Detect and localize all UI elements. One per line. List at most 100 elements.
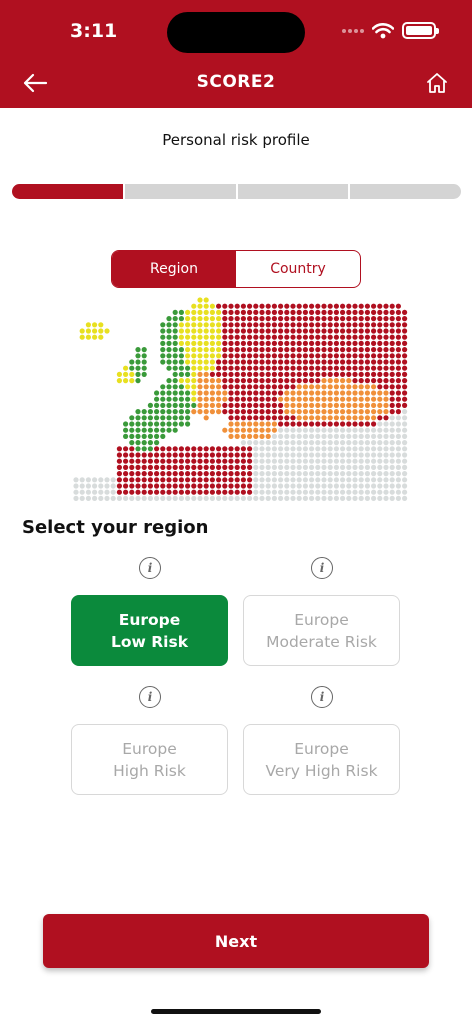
map-dot: [135, 440, 141, 446]
map-dot: [154, 415, 160, 421]
map-dot: [377, 458, 383, 464]
map-dot: [302, 464, 308, 470]
map-dot: [346, 371, 352, 377]
home-button[interactable]: [420, 66, 454, 100]
map-dot: [377, 316, 383, 322]
map-dot: [402, 309, 408, 315]
map-dot: [377, 427, 383, 433]
map-dot: [278, 353, 284, 359]
map-dot: [234, 409, 240, 415]
map-dot: [185, 415, 191, 421]
map-dot: [185, 421, 191, 427]
map-dot: [364, 440, 370, 446]
map-dot: [191, 495, 197, 501]
map-dot: [228, 340, 234, 346]
map-dot: [265, 347, 271, 353]
map-dot: [247, 440, 253, 446]
map-dot: [116, 464, 122, 470]
map-dot: [222, 409, 228, 415]
map-dot: [135, 452, 141, 458]
map-dot: [333, 446, 339, 452]
map-dot: [389, 440, 395, 446]
map-dot: [402, 415, 408, 421]
map-dot: [116, 371, 122, 377]
map-dot: [402, 495, 408, 501]
info-icon-low-risk[interactable]: i: [139, 557, 161, 579]
map-dot: [389, 340, 395, 346]
map-dot: [389, 303, 395, 309]
map-dot: [309, 390, 315, 396]
map-dot: [364, 409, 370, 415]
info-icon-moderate-risk[interactable]: i: [311, 557, 333, 579]
toggle-region[interactable]: Region: [112, 251, 236, 287]
map-dot: [371, 421, 377, 427]
map-dot: [209, 309, 215, 315]
map-dot: [147, 471, 153, 477]
map-dot: [197, 471, 203, 477]
info-icon-very-high-risk[interactable]: i: [311, 686, 333, 708]
map-dot: [327, 452, 333, 458]
map-dot: [346, 421, 352, 427]
map-dot: [116, 477, 122, 483]
map-dot: [166, 409, 172, 415]
map-dot: [85, 477, 91, 483]
map-dot: [265, 471, 271, 477]
region-high-risk-button[interactable]: Europe High Risk: [71, 724, 228, 795]
map-dot: [265, 489, 271, 495]
map-dot: [358, 309, 364, 315]
map-dot: [284, 328, 290, 334]
map-dot: [185, 489, 191, 495]
map-dot: [240, 477, 246, 483]
map-dot: [253, 365, 259, 371]
map-dot: [247, 464, 253, 470]
map-dot: [296, 477, 302, 483]
map-dot: [185, 340, 191, 346]
map-dot: [191, 477, 197, 483]
map-dot: [389, 396, 395, 402]
toggle-country[interactable]: Country: [236, 251, 360, 287]
map-dot: [240, 458, 246, 464]
map-dot: [203, 415, 209, 421]
map-dot: [296, 340, 302, 346]
map-dot: [203, 471, 209, 477]
map-dot: [358, 495, 364, 501]
region-very-high-risk-button[interactable]: Europe Very High Risk: [243, 724, 400, 795]
map-dot: [259, 452, 265, 458]
map-dot: [203, 396, 209, 402]
region-moderate-risk-button[interactable]: Europe Moderate Risk: [243, 595, 400, 666]
map-dot: [377, 452, 383, 458]
map-dot: [358, 440, 364, 446]
map-dot: [197, 489, 203, 495]
map-dot: [383, 452, 389, 458]
map-dot: [123, 427, 129, 433]
map-dot: [327, 347, 333, 353]
map-dot: [383, 303, 389, 309]
map-dot: [321, 340, 327, 346]
map-dot: [234, 359, 240, 365]
region-low-risk-button[interactable]: Europe Low Risk: [71, 595, 228, 666]
map-dot: [395, 452, 401, 458]
map-dot: [395, 440, 401, 446]
map-dot: [321, 384, 327, 390]
map-dot: [259, 322, 265, 328]
map-dot: [364, 483, 370, 489]
next-button[interactable]: Next: [43, 914, 429, 968]
map-dot: [302, 347, 308, 353]
map-dot: [352, 309, 358, 315]
map-dot: [333, 390, 339, 396]
map-dot: [209, 477, 215, 483]
map-dot: [340, 409, 346, 415]
map-dot: [135, 409, 141, 415]
map-dot: [191, 309, 197, 315]
map-dot: [402, 458, 408, 464]
map-dot: [73, 477, 79, 483]
info-icon-high-risk[interactable]: i: [139, 686, 161, 708]
map-dot: [191, 396, 197, 402]
map-dot: [228, 415, 234, 421]
map-dot: [352, 452, 358, 458]
map-dot: [129, 371, 135, 377]
map-dot: [104, 483, 110, 489]
map-dot: [302, 309, 308, 315]
map-dot: [123, 495, 129, 501]
map-dot: [321, 365, 327, 371]
